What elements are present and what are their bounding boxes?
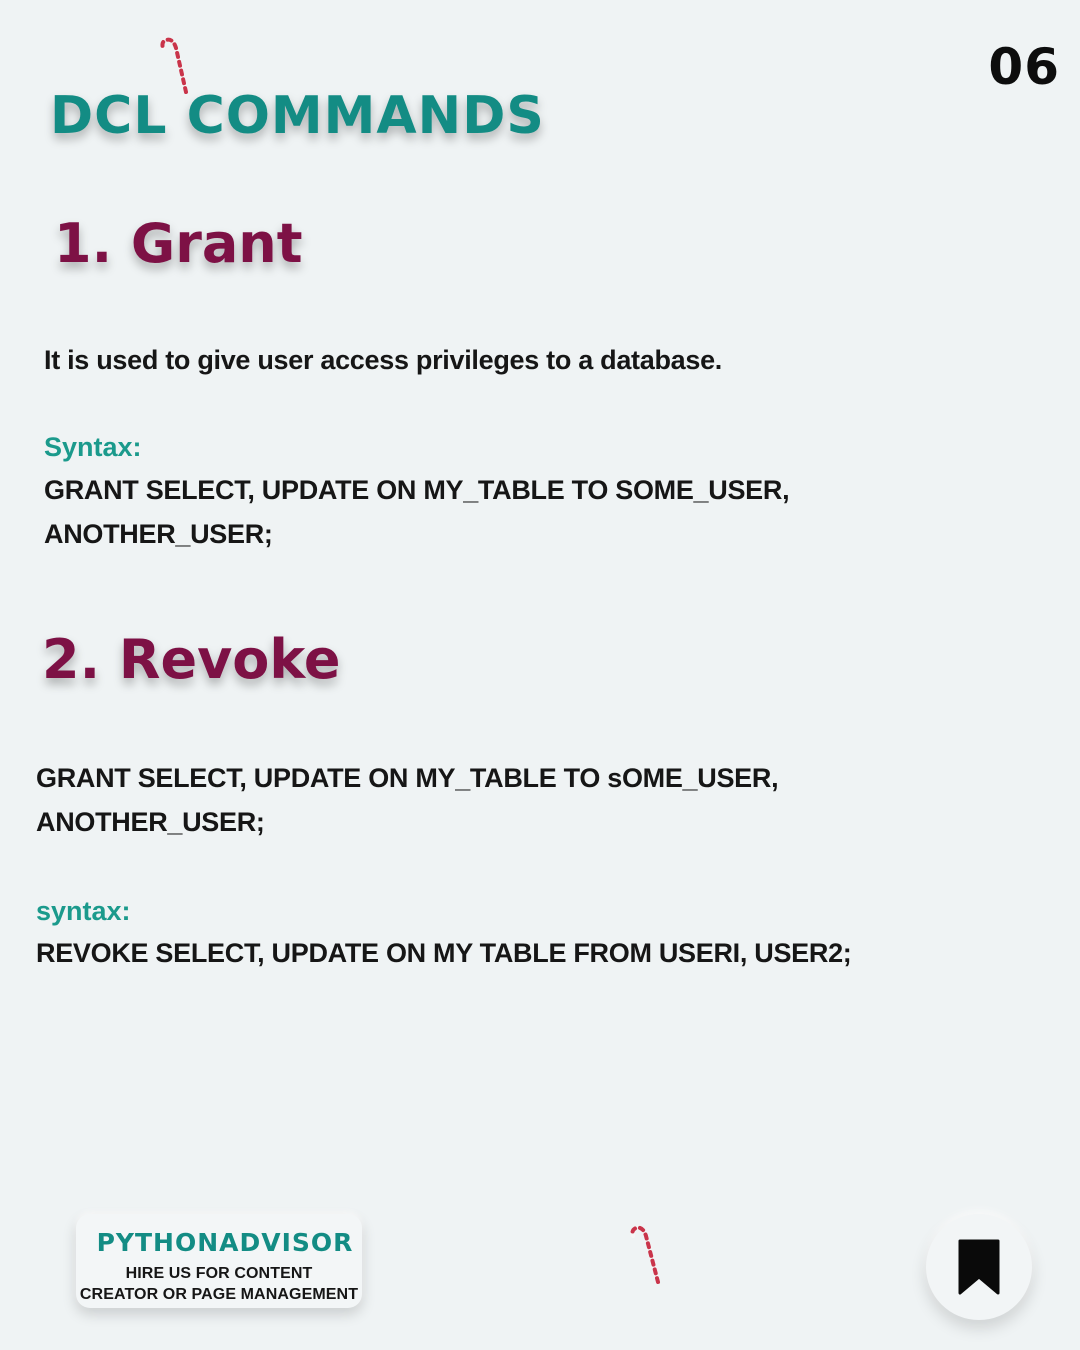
candy-cane-icon	[630, 1225, 660, 1284]
bookmark-icon	[958, 1239, 1000, 1295]
revoke-syntax-label: syntax:	[36, 896, 131, 926]
grant-syntax-line-2: ANOTHER_USER;	[44, 519, 273, 549]
page-title: DCL COMMANDS	[50, 86, 545, 146]
page-number: 06	[988, 38, 1060, 96]
revoke-description-line-2: ANOTHER_USER;	[36, 807, 265, 837]
section-heading-grant: 1. Grant	[54, 212, 303, 275]
revoke-syntax-line-1: REVOKE SELECT, UPDATE ON MY TABLE FROM U…	[36, 938, 852, 968]
grant-syntax-line-1: GRANT SELECT, UPDATE ON MY_TABLE TO SOME…	[44, 475, 790, 505]
brand-name: PYTHONADVISOR	[96, 1228, 354, 1257]
brand-card[interactable]: PYTHONADVISOR HIRE US FOR CONTENT CREATO…	[76, 1214, 362, 1308]
grant-description: It is used to give user access privilege…	[44, 345, 723, 375]
section-heading-revoke: 2. Revoke	[42, 628, 341, 691]
brand-tagline-line-1: HIRE US FOR CONTENT	[125, 1265, 313, 1282]
save-button[interactable]	[926, 1214, 1032, 1320]
brand-tagline: HIRE US FOR CONTENT CREATOR OR PAGE MANA…	[76, 1263, 362, 1305]
grant-syntax-label: Syntax:	[44, 432, 142, 462]
brand-tagline-line-2: CREATOR OR PAGE MANAGEMENT	[79, 1286, 359, 1303]
revoke-description-line-1: GRANT SELECT, UPDATE ON MY_TABLE TO sOME…	[36, 763, 779, 793]
